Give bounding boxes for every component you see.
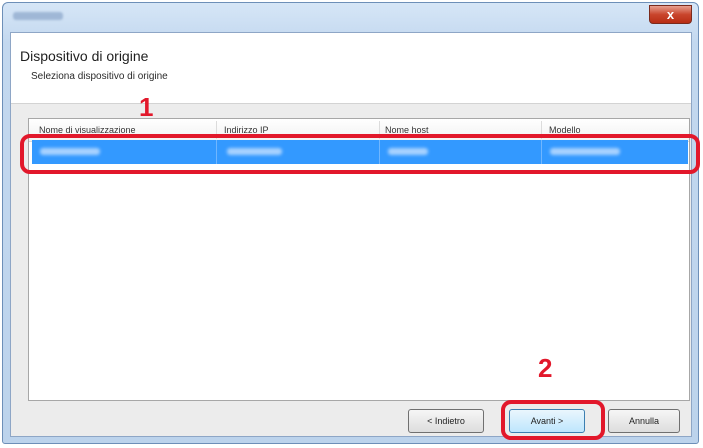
cancel-button[interactable]: Annulla [608, 409, 680, 433]
close-button[interactable]: x [649, 5, 692, 24]
window-title-blurred [13, 12, 63, 20]
wizard-header: Dispositivo di origine Seleziona disposi… [11, 33, 691, 104]
wizard-client-area: Dispositivo di origine Seleziona disposi… [10, 32, 692, 437]
annotation-number-1: 1 [139, 92, 154, 122]
page-title: Dispositivo di origine [20, 48, 149, 64]
title-bar[interactable]: x [3, 3, 698, 31]
wizard-window: x Dispositivo di origine Seleziona dispo… [2, 2, 699, 444]
close-icon: x [666, 7, 675, 22]
back-button[interactable]: < Indietro [408, 409, 484, 433]
annotation-box-next-button [501, 400, 605, 440]
page-subtitle: Seleziona dispositivo di origine [31, 71, 168, 82]
annotation-number-2: 2 [538, 353, 553, 383]
annotation-box-device-row [20, 134, 700, 174]
